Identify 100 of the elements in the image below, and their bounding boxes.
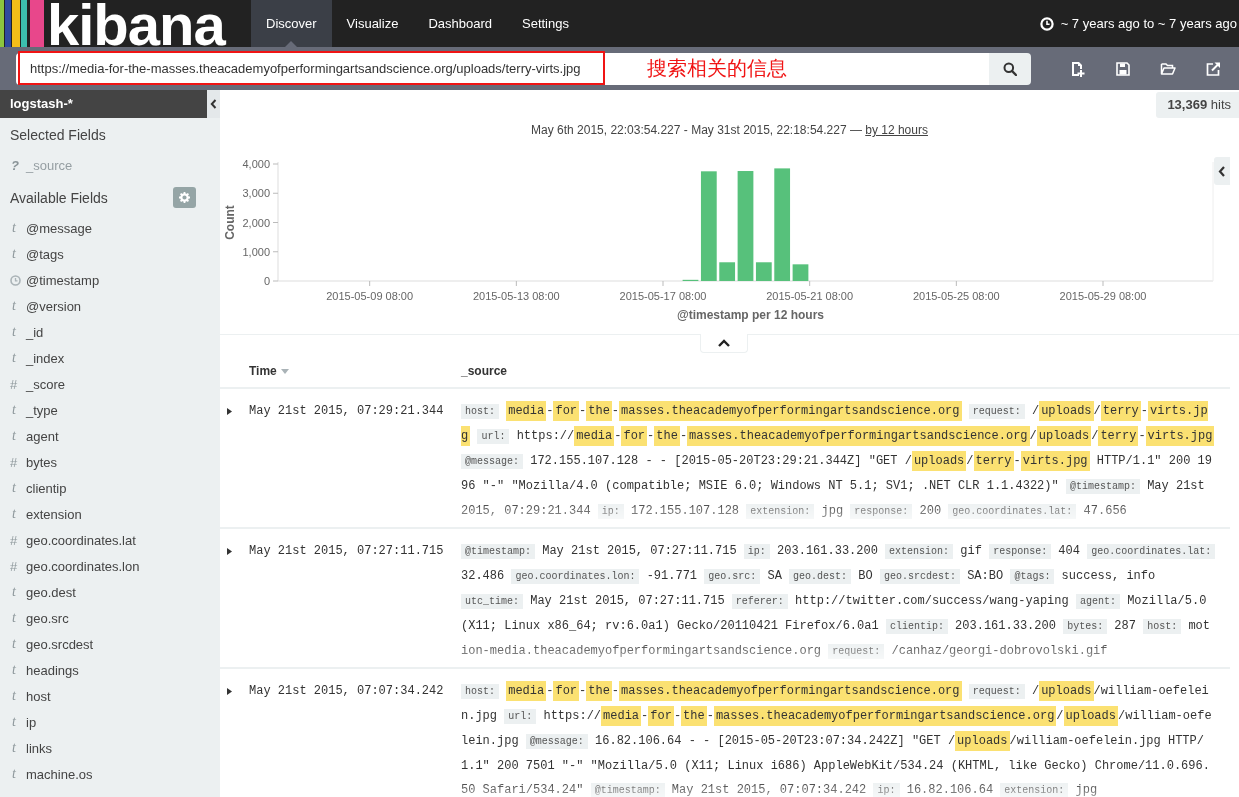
field-item[interactable]: t geo.srcdest — [0, 631, 220, 657]
field-type-icon: t — [10, 428, 26, 444]
y-tick-label: 0 — [263, 275, 270, 287]
field-item[interactable]: @timestamp — [0, 267, 220, 293]
settings-icon — [179, 192, 190, 203]
y-tick-label: 1,000 — [242, 245, 270, 258]
field-type-icon: t — [10, 324, 26, 340]
field-item[interactable]: # bytes — [0, 449, 220, 475]
field-type-icon: t — [10, 402, 26, 418]
field-name: @message — [26, 220, 92, 236]
field-type-icon: t — [10, 740, 26, 756]
field-item[interactable]: t _id — [0, 319, 220, 345]
field-name: @timestamp — [26, 272, 100, 288]
nav-tab[interactable]: Discover — [251, 0, 332, 47]
field-item[interactable]: t links — [0, 735, 220, 761]
section-title: Available Fields — [9, 188, 109, 208]
source-text: host: media - for - the - masses.theacademyofperformingartsandscience.org request: / uploads /william-oefelein.jpg url: https:// media - for - the - masses.theacademyofperformingartsandscience.org / uploads /william-oefelein.jpg @message: 16.82.106.64 - - [2015-05-20T23:07:34.242Z] "GET / uploads /william-oefelein.jpg HTTP/1.1" 200 7501 "-" "Mozilla/5.0 (X11; Linux i686) AppleWebKit/534.24 (KHTML, like Gecko) Chrome/11.0.696.50 Safari/534.24" @timestamp: May 21st 2015, 07:07:34.242 ip: 16.82.106.64 extension: jpg — [461, 679, 1230, 797]
field-name: ip — [26, 714, 37, 730]
caret-right-icon — [226, 407, 233, 415]
x-tick-label: 2015-05-25 08:00 — [912, 290, 1000, 302]
collapse-sidebar-button[interactable] — [207, 90, 220, 118]
panel-toggle-button[interactable] — [1214, 157, 1230, 185]
search-button[interactable] — [989, 52, 1031, 85]
y-tick-label: 3,000 — [242, 187, 270, 200]
color-stripes-icon — [0, 0, 44, 47]
field-item[interactable]: t geo.src — [0, 605, 220, 631]
field-item[interactable]: t ip — [0, 709, 220, 735]
column-header[interactable]: _source — [461, 364, 508, 378]
field-type-icon: t — [10, 350, 26, 366]
time-range-button[interactable]: ~ 7 years ago to ~ 7 years ago — [1060, 16, 1237, 31]
time-cell: May 21st 2015, 07:27:11.715 — [249, 543, 444, 559]
field-item[interactable]: t _type — [0, 397, 220, 423]
field-item[interactable]: t clientip — [0, 475, 220, 501]
field-type-icon: t — [10, 714, 26, 730]
share-icon — [1204, 60, 1221, 77]
hits-count: 13,369 hits — [1156, 92, 1239, 118]
field-item[interactable]: t @message — [0, 215, 220, 241]
x-tick-label: 2015-05-21 08:00 — [766, 290, 854, 302]
field-name: _type — [26, 402, 58, 418]
field-name: _id — [26, 324, 44, 340]
source-text: @timestamp: May 21st 2015, 07:27:11.715 ip: 203.161.33.200 extension: gif response: 404 geo.coordinates.lat: 32.486 geo.coordinates.lon: -91.771 geo.src: SA geo.dest: BO geo.srcdest: SA:BO @tags: success, info utc_time: May 21st 2015, 07:27:11.715 referer: http://twitter.com/success/wang-yaping agent: Mozilla/5.0 (X11; Linux x86_64; rv:6.0a1) Gecko/20110421 Firefox/6.0a1 clientip: 203.161.33.200 bytes: 287 host: motion-media.theacademyofperformingartsandscience.org request: /canhaz/georgi-dobrovolski.gif — [461, 539, 1230, 664]
field-type-icon: # — [10, 558, 26, 574]
field-item[interactable]: # _score — [0, 371, 220, 397]
field-name: _score — [26, 376, 66, 392]
nav-tab[interactable]: Settings — [507, 0, 584, 47]
new-document-icon — [1069, 60, 1086, 77]
field-item[interactable]: t @version — [0, 293, 220, 319]
field-name: _source — [26, 157, 73, 173]
field-name: links — [26, 740, 52, 756]
field-item[interactable]: t host — [0, 683, 220, 709]
nav-tab[interactable]: Dashboard — [413, 0, 507, 47]
caret-right-icon — [226, 547, 233, 555]
field-type-icon: t — [10, 766, 26, 782]
field-name: geo.coordinates.lon — [26, 558, 140, 574]
field-type-icon: # — [10, 532, 26, 548]
x-tick-label: 2015-05-09 08:00 — [326, 290, 414, 302]
kibana-logo: kibana — [47, 0, 225, 47]
field-name: geo.src — [26, 610, 69, 626]
field-name: machine.os — [26, 766, 93, 782]
field-type-icon: t — [10, 506, 26, 522]
field-name: geo.coordinates.lat — [26, 532, 136, 548]
search-icon — [1003, 61, 1017, 76]
field-item[interactable]: t _index — [0, 345, 220, 371]
clock-icon — [1039, 16, 1054, 31]
field-item[interactable]: t agent — [0, 423, 220, 449]
field-type-icon: t — [10, 584, 26, 600]
field-type-icon: t — [10, 610, 26, 626]
chevron-up-icon — [718, 339, 730, 347]
field-item[interactable]: t machine.os — [0, 761, 220, 787]
field-item[interactable]: # geo.coordinates.lon — [0, 553, 220, 579]
source-text: host: media - for - the - masses.theacademyofperformingartsandscience.org request: / uploads / terry - virts.jpg url: https:// media - for - the - masses.theacademyofperformingartsandscience.org / uploads / terry - virts.jpg @message: 172.155.107.128 - - [2015-05-20T23:29:21.344Z] "GET / uploads / terry - virts.jpg HTTP/1.1" 200 1996 "-" "Mozilla/4.0 (compatible; MSIE 6.0; Windows NT 5.1; SV1; .NET CLR 1.1.4322)" @timestamp: May 21st 2015, 07:29:21.344 ip: 172.155.107.128 extension: jpg response: 200 geo.coordinates.lat: 47.656 — [461, 399, 1230, 524]
field-item[interactable]: t headings — [0, 657, 220, 683]
field-name: headings — [26, 662, 79, 678]
y-tick-label: 4,000 — [242, 158, 270, 170]
interval-link[interactable]: by 12 hours — [865, 123, 928, 137]
chevron-left-icon — [1218, 165, 1226, 177]
x-tick-label: 2015-05-29 08:00 — [1059, 290, 1147, 302]
time-cell: May 21st 2015, 07:07:34.242 — [249, 683, 444, 699]
field-name: extension — [26, 506, 82, 522]
field-type-icon: # — [10, 376, 26, 392]
field-type-icon: # — [10, 454, 26, 470]
index-pattern-title: logstash-* — [0, 90, 207, 118]
field-type-icon: t — [10, 480, 26, 496]
field-type-icon: t — [10, 246, 26, 262]
field-name: agent — [26, 428, 59, 444]
nav-tab[interactable]: Visualize — [331, 0, 414, 47]
column-header[interactable]: Time — [249, 364, 277, 378]
chevron-left-icon — [210, 99, 217, 109]
field-name: @version — [26, 298, 82, 314]
settings-button[interactable] — [173, 187, 196, 208]
field-item[interactable]: t geo.dest — [0, 579, 220, 605]
field-item[interactable]: t extension — [0, 501, 220, 527]
y-axis-title: Count — [223, 205, 237, 240]
annotation-text: 搜索相关的信息 — [647, 55, 787, 80]
field-type-icon: t — [10, 662, 26, 678]
field-item[interactable]: t @tags — [0, 241, 220, 267]
section-title: Selected Fields — [9, 126, 107, 145]
collapse-chart-button[interactable] — [700, 334, 748, 353]
field-item[interactable]: # geo.coordinates.lat — [0, 527, 220, 553]
clock-icon — [10, 274, 21, 286]
